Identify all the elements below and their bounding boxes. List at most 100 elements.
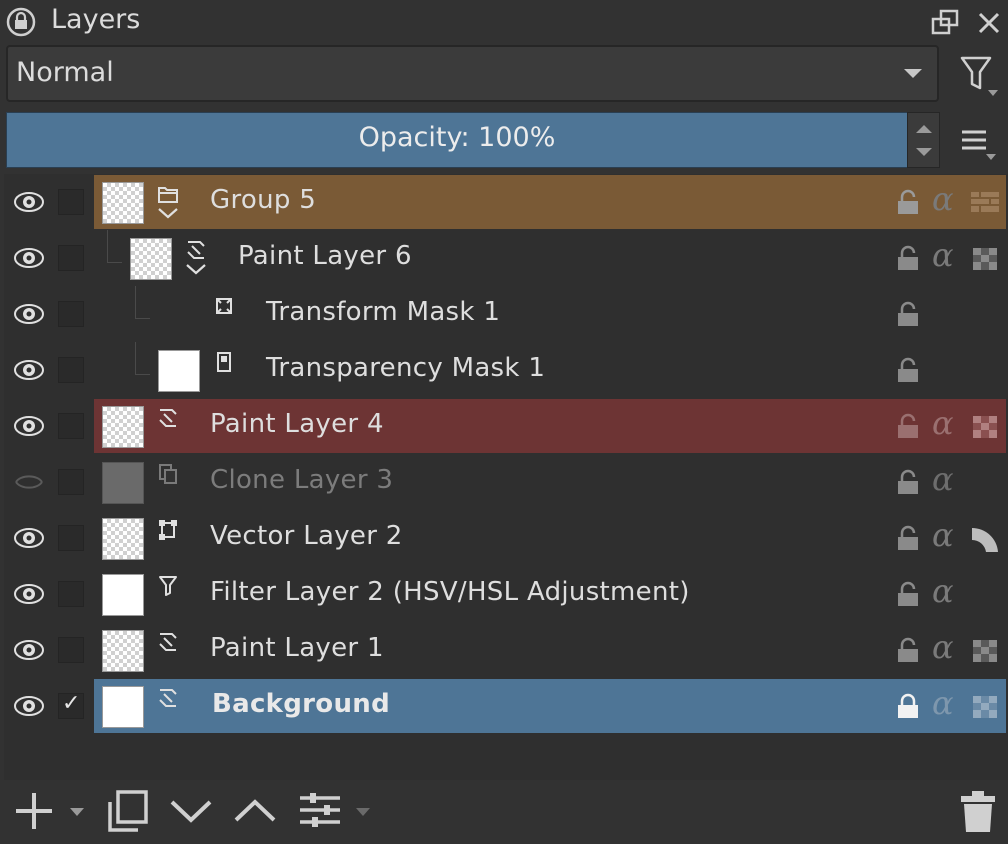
inherit-alpha-icon[interactable]	[968, 410, 1002, 442]
spin-up-icon[interactable]	[916, 125, 932, 133]
blend-mode-value: Normal	[16, 57, 114, 88]
clone-layer-icon	[159, 464, 177, 484]
layer-row[interactable]: Vector Layer 2 α	[4, 510, 1008, 566]
lock-icon[interactable]	[6, 7, 36, 37]
group-layer-icon	[158, 187, 178, 203]
menu-icon[interactable]	[958, 124, 1004, 168]
lock-icon[interactable]	[894, 524, 922, 552]
layers-toolbar	[0, 780, 1008, 844]
layer-row[interactable]: Paint Layer 1 α	[4, 622, 1008, 678]
alpha-icon[interactable]: α	[932, 516, 954, 554]
layer-row[interactable]: Transform Mask 1	[4, 286, 1008, 342]
layer-checkbox[interactable]	[58, 525, 84, 551]
eye-icon[interactable]	[13, 300, 45, 328]
layer-row[interactable]: Group 5 α	[4, 174, 1008, 230]
eye-icon[interactable]	[13, 356, 45, 384]
layer-row-selected[interactable]: ✓ Background α	[4, 678, 1008, 734]
properties-icon[interactable]	[298, 788, 378, 834]
opacity-label: Opacity: 100%	[358, 122, 556, 153]
transform-mask-icon	[216, 298, 232, 314]
opacity-slider[interactable]: Opacity: 100%	[6, 112, 908, 168]
layer-thumbnail	[102, 462, 144, 504]
alpha-icon[interactable]: α	[932, 236, 954, 274]
layer-thumbnail	[102, 630, 144, 672]
eye-icon[interactable]	[13, 636, 45, 664]
layer-name: Transparency Mask 1	[266, 353, 546, 383]
layer-row[interactable]: Clone Layer 3 α	[4, 454, 1008, 510]
alpha-icon[interactable]: α	[932, 180, 954, 218]
eye-icon[interactable]	[13, 692, 45, 720]
trash-icon[interactable]	[958, 788, 998, 834]
layer-name: Clone Layer 3	[210, 465, 394, 495]
layer-thumbnail	[102, 406, 144, 448]
eye-closed-icon[interactable]	[13, 468, 45, 496]
layer-name: Filter Layer 2 (HSV/HSL Adjustment)	[210, 577, 690, 607]
close-icon[interactable]	[976, 8, 1002, 38]
layer-name: Transform Mask 1	[266, 297, 501, 327]
paint-layer-icon	[159, 409, 177, 427]
layer-checkbox[interactable]	[58, 413, 84, 439]
lock-icon[interactable]	[894, 692, 922, 720]
layer-row[interactable]: Paint Layer 6 α	[4, 230, 1008, 286]
layer-checkbox[interactable]	[58, 189, 84, 215]
inherit-alpha-icon[interactable]	[968, 242, 1002, 274]
layer-checkbox[interactable]: ✓	[58, 691, 84, 719]
move-down-icon[interactable]	[168, 788, 214, 834]
lock-icon[interactable]	[894, 412, 922, 440]
tree-connector	[135, 342, 150, 375]
move-up-icon[interactable]	[232, 788, 278, 834]
filter-icon[interactable]	[954, 54, 1004, 100]
eye-icon[interactable]	[13, 412, 45, 440]
lock-icon[interactable]	[894, 300, 922, 328]
layer-thumbnail	[102, 574, 144, 616]
alpha-icon[interactable]: α	[932, 460, 954, 498]
layer-checkbox[interactable]	[58, 301, 84, 327]
pass-through-icon[interactable]	[968, 186, 1002, 218]
layer-checkbox[interactable]	[58, 245, 84, 271]
alpha-icon[interactable]: α	[932, 404, 954, 442]
chevron-down-icon[interactable]	[184, 262, 208, 276]
layer-row[interactable]: Filter Layer 2 (HSV/HSL Adjustment) α	[4, 566, 1008, 622]
layer-checkbox[interactable]	[58, 581, 84, 607]
paint-layer-icon	[159, 689, 177, 707]
add-icon[interactable]	[12, 788, 92, 834]
layer-name: Paint Layer 4	[210, 409, 384, 439]
lock-icon[interactable]	[894, 636, 922, 664]
alpha-icon[interactable]: α	[932, 684, 954, 722]
inherit-alpha-icon[interactable]	[968, 690, 1002, 722]
layer-list[interactable]: Group 5 α Paint Layer 6 α Transform Mask…	[4, 174, 1008, 780]
alpha-icon[interactable]: α	[932, 572, 954, 610]
lock-icon[interactable]	[894, 468, 922, 496]
paint-layer-icon	[159, 633, 177, 651]
onion-skin-icon[interactable]	[968, 522, 1002, 554]
layer-row[interactable]: Transparency Mask 1	[4, 342, 1008, 398]
layer-checkbox[interactable]	[58, 469, 84, 495]
lock-icon[interactable]	[894, 580, 922, 608]
eye-icon[interactable]	[13, 244, 45, 272]
layer-name: Background	[212, 689, 390, 719]
layer-checkbox[interactable]	[58, 637, 84, 663]
tree-connector	[135, 286, 150, 319]
inherit-alpha-icon[interactable]	[968, 634, 1002, 666]
alpha-icon[interactable]: α	[932, 628, 954, 666]
layer-thumbnail	[102, 518, 144, 560]
layer-name: Paint Layer 1	[210, 633, 384, 663]
blend-mode-dropdown[interactable]: Normal	[6, 45, 939, 102]
layer-thumbnail	[158, 350, 200, 392]
eye-icon[interactable]	[13, 188, 45, 216]
float-icon[interactable]	[930, 8, 962, 38]
panel-title: Layers	[51, 4, 141, 35]
eye-icon[interactable]	[13, 524, 45, 552]
chevron-down-icon[interactable]	[156, 206, 180, 220]
lock-icon[interactable]	[894, 356, 922, 384]
layer-thumbnail	[102, 686, 144, 728]
layer-row[interactable]: Paint Layer 4 α	[4, 398, 1008, 454]
eye-icon[interactable]	[13, 580, 45, 608]
duplicate-icon[interactable]	[104, 788, 150, 834]
filter-layer-icon	[159, 576, 177, 596]
opacity-spinner[interactable]	[907, 112, 940, 168]
lock-icon[interactable]	[894, 244, 922, 272]
layer-checkbox[interactable]	[58, 357, 84, 383]
lock-icon[interactable]	[894, 188, 922, 216]
spin-down-icon[interactable]	[916, 148, 932, 156]
